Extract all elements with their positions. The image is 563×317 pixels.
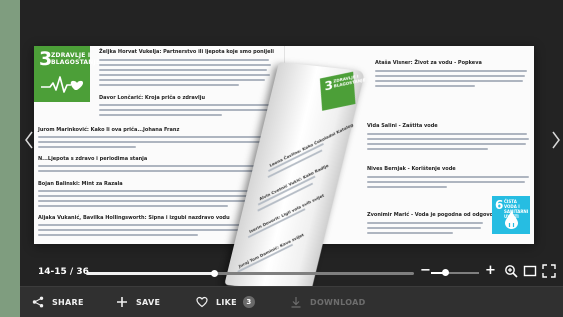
- text-line: [367, 176, 529, 178]
- sdg-3-badge: 3 ZDRAVLJE I BLAGOSTANJE: [34, 46, 100, 102]
- article-heading[interactable]: Ataša Visner: Život za vodu - Popkeva: [375, 60, 482, 66]
- text-line: [99, 104, 271, 106]
- text-line: [99, 109, 268, 111]
- text-line: [375, 85, 475, 87]
- text-line: [99, 84, 239, 86]
- page-counter: 14-15 / 36: [38, 267, 89, 277]
- sdg-number: 3: [324, 77, 334, 94]
- share-label: SHARE: [52, 297, 84, 307]
- article-heading[interactable]: Aljaka Vukanić, Bavilka Hollingsworth: S…: [38, 215, 230, 221]
- like-count-badge: 3: [242, 296, 255, 308]
- article-heading[interactable]: N...Ljepota s zdravo i periodima stanja: [38, 156, 147, 162]
- text-line: [367, 222, 483, 224]
- text-line: [38, 224, 272, 226]
- text-line: [367, 232, 453, 234]
- text-line: [38, 165, 272, 167]
- zoom-in-icon[interactable]: [504, 264, 518, 278]
- publication-spread[interactable]: 3 ZDRAVLJE I BLAGOSTANJE Željka Horvat V…: [34, 46, 534, 286]
- previous-page-button[interactable]: [22, 130, 36, 156]
- text-line: [367, 133, 527, 135]
- article-heading[interactable]: Jurom Marinković: Kako li ova priča...Jo…: [38, 127, 179, 133]
- text-line: [99, 114, 222, 116]
- text-line: [367, 148, 488, 150]
- zoom-slider[interactable]: [431, 269, 479, 276]
- text-line: [375, 80, 523, 82]
- text-line: [99, 64, 271, 66]
- next-page-button[interactable]: [549, 130, 563, 156]
- zoom-in-step-button[interactable]: +: [485, 264, 496, 277]
- text-line: [99, 59, 269, 61]
- text-line: [99, 79, 265, 81]
- plus-icon: [117, 297, 127, 307]
- save-label: SAVE: [136, 297, 161, 307]
- text-line: [375, 75, 525, 77]
- like-button[interactable]: LIKE 3: [196, 287, 255, 317]
- text-line: [367, 138, 529, 140]
- fullscreen-icon[interactable]: [542, 264, 556, 278]
- text-line: [38, 136, 270, 138]
- download-icon: [291, 297, 301, 308]
- flipbook-viewer: 3 ZDRAVLJE I BLAGOSTANJE Željka Horvat V…: [20, 0, 563, 317]
- download-button[interactable]: DOWNLOAD: [290, 287, 366, 317]
- text-line: [99, 74, 270, 76]
- download-label: DOWNLOAD: [310, 297, 366, 307]
- share-button[interactable]: SHARE: [32, 287, 84, 317]
- text-line: [38, 205, 228, 207]
- viewer-controls: 14-15 / 36 − +: [20, 258, 563, 286]
- article-heading[interactable]: Bojan Balinski: Mint za Razala: [38, 181, 123, 187]
- zoom-out-button[interactable]: −: [420, 264, 431, 277]
- text-line: [38, 170, 268, 172]
- text-line: [38, 200, 267, 202]
- sdg-6-badge: 6 ČISTA VODA I SANITARNI UVJETI: [492, 196, 530, 234]
- water-drop-icon: [505, 211, 518, 229]
- zoom-handle[interactable]: [442, 269, 450, 276]
- text-line: [99, 69, 267, 71]
- text-line: [38, 229, 270, 231]
- sdg-3-badge: 3 ZDRAVLJE I BLAGOSTANJE: [319, 71, 365, 111]
- text-line: [38, 141, 274, 143]
- text-line: [367, 143, 526, 145]
- text-line: [375, 70, 527, 72]
- sdg-number: 6: [495, 198, 504, 212]
- save-button[interactable]: SAVE: [116, 287, 160, 317]
- heartbeat-icon: [41, 76, 84, 93]
- chevron-left-icon: [25, 131, 33, 149]
- progress-handle[interactable]: [210, 270, 218, 277]
- single-page-icon[interactable]: [523, 264, 537, 278]
- text-line: [367, 181, 525, 183]
- like-label: LIKE: [216, 297, 237, 307]
- text-line: [367, 186, 447, 188]
- text-line: [38, 146, 136, 148]
- article-heading[interactable]: Nives Bernjak - Korištenje vode: [367, 166, 456, 172]
- sdg-title: ZDRAVLJE I BLAGOSTANJE: [51, 52, 101, 66]
- page-progress-slider[interactable]: [86, 270, 414, 277]
- article-heading[interactable]: Željka Horvat Vukelja: Partnerstvo ili l…: [99, 49, 274, 55]
- text-line: [38, 234, 198, 236]
- document-view[interactable]: 3 ZDRAVLJE I BLAGOSTANJE Željka Horvat V…: [20, 0, 563, 286]
- share-icon: [32, 296, 44, 308]
- text-line: [38, 195, 274, 197]
- chevron-right-icon: [552, 131, 560, 149]
- text-line: [38, 190, 271, 192]
- action-bar: SHARE SAVE LIKE 3 DOWNLOAD: [20, 286, 563, 317]
- article-heading[interactable]: Davor Lončarić: Kroja priča o zdravlju: [99, 95, 205, 101]
- progress-fill: [86, 272, 214, 275]
- heart-icon: [196, 296, 208, 308]
- text-line: [367, 227, 481, 229]
- article-heading[interactable]: Vida Salini - Zaštita vode: [367, 123, 438, 129]
